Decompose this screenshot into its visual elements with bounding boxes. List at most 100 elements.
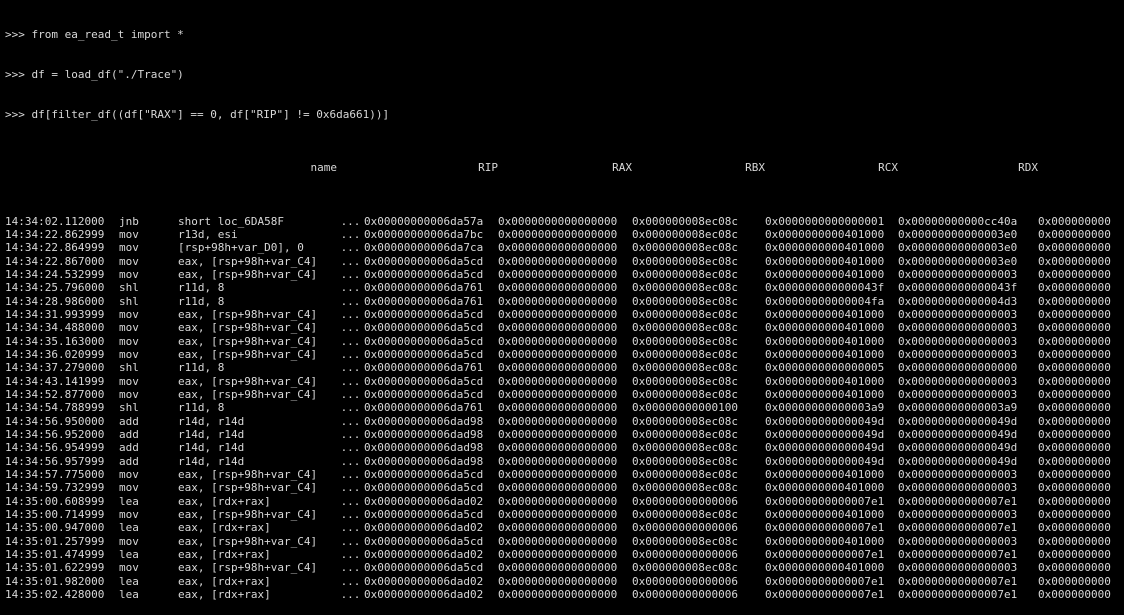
mnemonic-cell: lea bbox=[119, 574, 139, 588]
table-row: 14:34:22.864999 mov [rsp+98h+var_D0], 0...… bbox=[5, 241, 1124, 254]
operand-cell: eax, [rsp+98h+var_C4] bbox=[178, 387, 318, 401]
operand-cell: r11d, 8 bbox=[178, 361, 225, 375]
mnemonic-cell: mov bbox=[119, 347, 139, 361]
rbx-cell: 0x00000000000006 bbox=[632, 521, 738, 535]
operand-cell: short loc_6DA58F bbox=[178, 214, 284, 228]
rip-cell: 0x00000000006da5cd bbox=[364, 508, 484, 522]
rax-cell: 0x0000000000000000 bbox=[498, 481, 618, 495]
rax-cell: 0x0000000000000000 bbox=[498, 494, 618, 508]
operand-cell: eax, [rsp+98h+var_C4] bbox=[178, 267, 318, 281]
mnemonic-cell: mov bbox=[119, 508, 139, 522]
header-rbx: RBX bbox=[745, 161, 765, 175]
operand-cell: r11d, 8 bbox=[178, 294, 225, 308]
overflow-cell: 0x000000000 bbox=[1038, 374, 1111, 388]
terminal-output[interactable]: >>> from ea_read_t import * >>> df = loa… bbox=[0, 0, 1124, 615]
timestamp-cell: 14:34:43.141999 bbox=[5, 374, 105, 388]
operand-cell: eax, [rsp+98h+var_C4] bbox=[178, 508, 318, 522]
console-line: >>> df[filter_df((df["RAX"] == 0, df["RI… bbox=[5, 107, 390, 121]
timestamp-cell: 14:34:34.488000 bbox=[5, 321, 105, 335]
table-row: 14:35:00.714999 mov eax, [rsp+98h+var_C4].… bbox=[5, 508, 1124, 521]
table-row: 14:34:43.141999 mov eax, [rsp+98h+var_C4].… bbox=[5, 375, 1124, 388]
overflow-cell: 0x000000000 bbox=[1038, 254, 1111, 268]
timestamp-cell: 14:34:22.867000 bbox=[5, 254, 105, 268]
rax-cell: 0x0000000000000000 bbox=[498, 254, 618, 268]
mnemonic-cell: add bbox=[119, 454, 139, 468]
rcx-cell: 0x000000000000043f bbox=[765, 281, 885, 295]
operand-cell: r14d, r14d bbox=[178, 454, 245, 468]
rdx-cell: 0x00000000000cc40a bbox=[898, 214, 1018, 228]
rdx-cell: 0x000000000000049d bbox=[898, 414, 1018, 428]
operand-cell: eax, [rsp+98h+var_C4] bbox=[178, 321, 318, 335]
table-row: 14:34:02.112000 jnb short loc_6DA58F... 0x0… bbox=[5, 215, 1124, 228]
rdx-cell: 0x00000000000007e1 bbox=[898, 574, 1018, 588]
rbx-cell: 0x000000008ec08c bbox=[632, 294, 738, 308]
table-row: 14:35:00.947000 lea eax, [rdx+rax]... 0x000… bbox=[5, 521, 1124, 534]
overflow-cell: 0x000000000 bbox=[1038, 454, 1111, 468]
overflow-cell: 0x000000000 bbox=[1038, 387, 1111, 401]
ellipsis-cell: ... bbox=[340, 307, 361, 321]
rip-cell: 0x00000000006da5cd bbox=[364, 267, 484, 281]
rcx-cell: 0x0000000000401000 bbox=[765, 241, 885, 255]
mnemonic-cell: mov bbox=[119, 307, 139, 321]
rdx-cell: 0x0000000000000003 bbox=[898, 334, 1018, 348]
table-row: 14:34:37.279000 shl r11d, 8... 0x0000000000… bbox=[5, 361, 1124, 374]
operand-cell: r13d, esi bbox=[178, 227, 238, 241]
operand-cell: eax, [rsp+98h+var_C4] bbox=[178, 468, 318, 482]
table-header: name RIP RAX RBX RCX RDX bbox=[5, 161, 1124, 174]
rcx-cell: 0x0000000000401000 bbox=[765, 307, 885, 321]
rdx-cell: 0x00000000000003e0 bbox=[898, 241, 1018, 255]
rdx-cell: 0x000000000000049d bbox=[898, 428, 1018, 441]
rip-cell: 0x00000000006da5cd bbox=[364, 534, 484, 548]
operand-cell: eax, [rdx+rax] bbox=[178, 548, 271, 562]
table-row: 14:35:02.428000 lea eax, [rdx+rax]... 0x000… bbox=[5, 588, 1124, 601]
rdx-cell: 0x000000000000049d bbox=[898, 454, 1018, 468]
timestamp-cell: 14:35:00.608999 bbox=[5, 494, 105, 508]
mnemonic-cell: mov bbox=[119, 468, 139, 482]
overflow-cell: 0x000000000 bbox=[1038, 534, 1111, 548]
rbx-cell: 0x000000008ec08c bbox=[632, 428, 738, 441]
rip-cell: 0x00000000006dad02 bbox=[364, 588, 484, 602]
rip-cell: 0x00000000006da5cd bbox=[364, 347, 484, 361]
timestamp-cell: 14:35:00.947000 bbox=[5, 521, 105, 535]
rcx-cell: 0x0000000000401000 bbox=[765, 508, 885, 522]
rdx-cell: 0x0000000000000003 bbox=[898, 321, 1018, 335]
rax-cell: 0x0000000000000000 bbox=[498, 428, 618, 441]
timestamp-cell: 14:34:57.775000 bbox=[5, 468, 105, 482]
mnemonic-cell: lea bbox=[119, 548, 139, 562]
overflow-cell: 0x000000000 bbox=[1038, 227, 1111, 241]
operand-cell: eax, [rsp+98h+var_C4] bbox=[178, 374, 318, 388]
rip-cell: 0x00000000006da761 bbox=[364, 361, 484, 375]
rcx-cell: 0x0000000000401000 bbox=[765, 347, 885, 361]
timestamp-cell: 14:34:52.877000 bbox=[5, 387, 105, 401]
mnemonic-cell: add bbox=[119, 441, 139, 455]
timestamp-cell: 14:34:56.952000 bbox=[5, 428, 105, 441]
rbx-cell: 0x000000008ec08c bbox=[632, 307, 738, 321]
timestamp-cell: 14:35:01.982000 bbox=[5, 574, 105, 588]
timestamp-cell: 14:35:01.257999 bbox=[5, 534, 105, 548]
table-row: 14:34:25.796000 shl r11d, 8... 0x0000000000… bbox=[5, 281, 1124, 294]
rip-cell: 0x00000000006dad02 bbox=[364, 494, 484, 508]
rbx-cell: 0x000000008ec08c bbox=[632, 454, 738, 468]
rcx-cell: 0x00000000000004fa bbox=[765, 294, 885, 308]
timestamp-cell: 14:34:02.112000 bbox=[5, 214, 105, 228]
overflow-cell: 0x000000000 bbox=[1038, 281, 1111, 295]
header-name: name bbox=[310, 161, 338, 175]
rip-cell: 0x00000000006da5cd bbox=[364, 561, 484, 575]
overflow-cell: 0x000000000 bbox=[1038, 561, 1111, 575]
rbx-cell: 0x000000008ec08c bbox=[632, 321, 738, 335]
rax-cell: 0x0000000000000000 bbox=[498, 241, 618, 255]
operand-cell: eax, [rsp+98h+var_C4] bbox=[178, 307, 318, 321]
rdx-cell: 0x00000000000003a9 bbox=[898, 401, 1018, 415]
rcx-cell: 0x0000000000401000 bbox=[765, 321, 885, 335]
overflow-cell: 0x000000000 bbox=[1038, 267, 1111, 281]
rbx-cell: 0x000000008ec08c bbox=[632, 387, 738, 401]
rcx-cell: 0x0000000000401000 bbox=[765, 267, 885, 281]
rcx-cell: 0x0000000000401000 bbox=[765, 334, 885, 348]
rip-cell: 0x00000000006dad98 bbox=[364, 414, 484, 428]
rbx-cell: 0x000000008ec08c bbox=[632, 334, 738, 348]
rbx-cell: 0x000000008ec08c bbox=[632, 227, 738, 241]
overflow-cell: 0x000000000 bbox=[1038, 548, 1111, 562]
rcx-cell: 0x000000000000049d bbox=[765, 428, 885, 441]
timestamp-cell: 14:34:56.957999 bbox=[5, 454, 105, 468]
timestamp-cell: 14:34:54.788999 bbox=[5, 401, 105, 415]
